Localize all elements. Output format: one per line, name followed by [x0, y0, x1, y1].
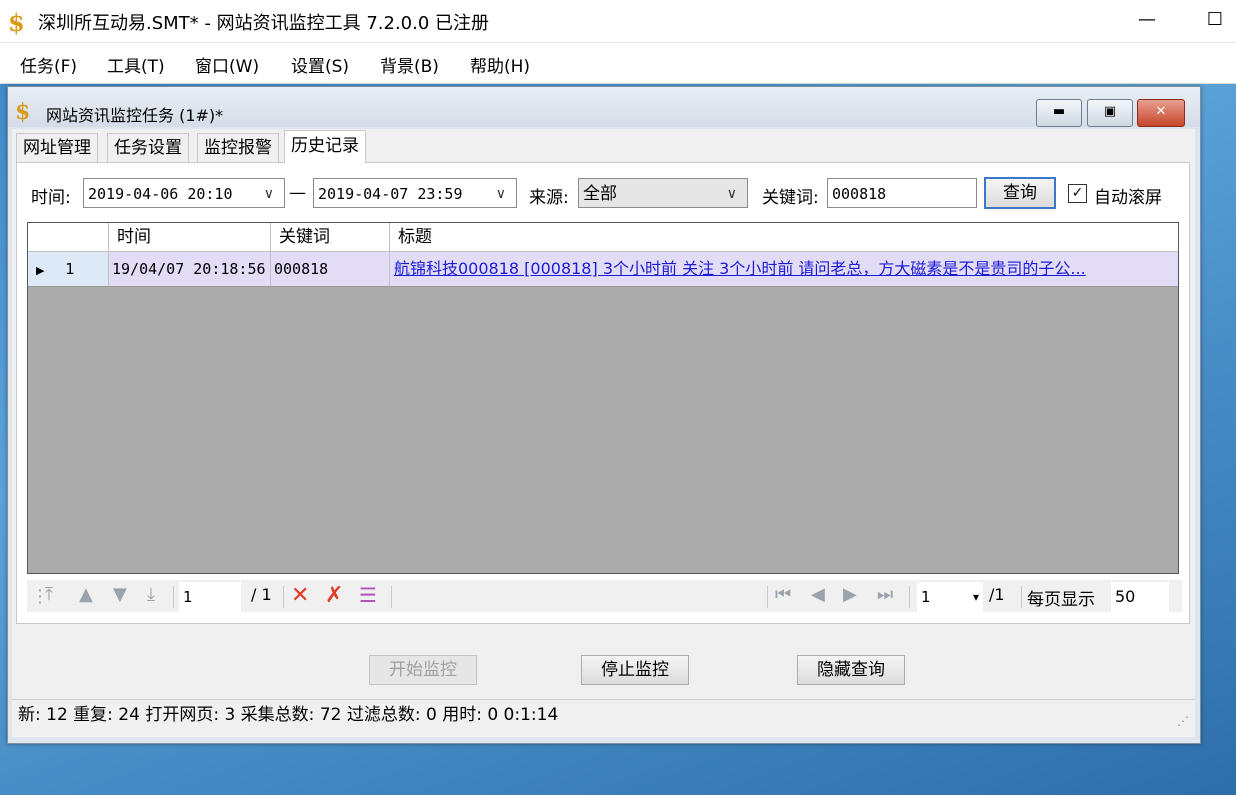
menu-background[interactable]: 背景(B)	[380, 52, 439, 77]
source-label: 来源:	[529, 188, 569, 208]
menu-task[interactable]: 任务(F)	[20, 52, 77, 77]
col-header-time[interactable]: 时间	[109, 223, 271, 251]
hide-query-button[interactable]: 隐藏查询	[797, 655, 905, 685]
toolbar-separator	[173, 586, 174, 608]
page-select-total: /1	[989, 585, 1005, 604]
per-page-input[interactable]: 50	[1111, 582, 1169, 612]
clear-database-icon[interactable]: ☰	[359, 583, 377, 607]
history-panel: 时间: 2019-04-06 20:10 ∨ — 2019-04-07 23:5…	[16, 162, 1190, 624]
end-time-picker[interactable]: 2019-04-07 23:59 ∨	[313, 178, 517, 208]
start-time-picker[interactable]: 2019-04-06 20:10 ∨	[83, 178, 285, 208]
dollar-s-icon: $	[8, 8, 25, 37]
col-header-keyword[interactable]: 关键词	[271, 223, 390, 251]
per-page-label: 每页显示	[1027, 590, 1095, 610]
cell-title-link[interactable]: 航锦科技000818 [000818] 3个小时前 关注 3个小时前 请问老总，…	[390, 252, 1176, 286]
page-total: / 1	[251, 585, 272, 604]
col-header-title[interactable]: 标题	[390, 223, 1178, 251]
grid-header: 时间 关键词 标题	[28, 223, 1178, 252]
query-button[interactable]: 查询	[984, 177, 1056, 209]
source-select[interactable]: 全部 ∨	[578, 178, 748, 208]
menu-bar: 任务(F) 工具(T) 窗口(W) 设置(S) 背景(B) 帮助(H)	[0, 42, 1236, 84]
row-pointer-icon: ▶	[36, 264, 45, 277]
page-input[interactable]: 1	[179, 582, 241, 612]
previous-page-icon[interactable]: ◀	[811, 584, 825, 605]
move-last-icon[interactable]: ⤓	[147, 584, 155, 605]
menu-window[interactable]: 窗口(W)	[195, 52, 259, 77]
table-row[interactable]: ▶ 1 19/04/07 20:18:56 000818 航锦科技000818 …	[28, 252, 1178, 287]
menu-settings[interactable]: 设置(S)	[291, 52, 349, 77]
tab-monitor-alerts[interactable]: 监控报警	[197, 133, 279, 162]
menu-help[interactable]: 帮助(H)	[470, 52, 530, 77]
move-up-icon[interactable]: ▲	[79, 584, 93, 605]
toolbar-separator	[391, 586, 392, 608]
chevron-down-icon: ∨	[726, 186, 737, 202]
child-minimize-button[interactable]: ▬	[1036, 99, 1082, 127]
keyword-label: 关键词:	[762, 188, 819, 208]
time-label: 时间:	[31, 188, 71, 208]
start-time-value: 2019-04-06 20:10	[88, 185, 233, 203]
last-page-icon[interactable]: ⏭	[877, 584, 893, 605]
minimize-button[interactable]: —	[1124, 4, 1170, 36]
child-restore-button[interactable]: ▣	[1087, 99, 1133, 127]
toolbar-separator	[1021, 586, 1022, 608]
chevron-down-icon: ∨	[263, 186, 274, 202]
tab-task-settings[interactable]: 任务设置	[107, 133, 189, 162]
grid-header-corner	[28, 223, 109, 251]
autoscroll-checkbox[interactable]: ✓	[1068, 184, 1087, 203]
move-first-icon[interactable]: ⤒	[45, 584, 53, 605]
first-page-icon[interactable]: ⏮	[775, 584, 791, 605]
cell-keyword: 000818	[271, 252, 390, 286]
autoscroll-label: 自动滚屏	[1094, 188, 1162, 208]
grid-navigator: ⋮ ⤒ ▲ ▼ ⤓ 1 / 1 ✕ ✗ ☰ ⏮ ◀ ▶ ⏭ 1 ▾ /1 每页显…	[27, 580, 1182, 612]
page-select[interactable]: 1 ▾	[917, 582, 983, 612]
app-title-bar: $ 深圳所互动易.SMT* - 网站资讯监控工具 7.2.0.0 已注册 — ☐	[0, 0, 1236, 42]
task-window: $ 网站资讯监控任务 (1#)* ▬ ▣ ✕ 网址管理 任务设置 监控报警 历史…	[7, 86, 1201, 744]
next-page-icon[interactable]: ▶	[843, 584, 857, 605]
history-grid: 时间 关键词 标题 ▶ 1 19/04/07 20:18:56 000818 航…	[27, 222, 1179, 574]
toolbar-separator	[283, 586, 284, 608]
task-window-title-bar: $ 网站资讯监控任务 (1#)* ▬ ▣ ✕	[8, 87, 1200, 127]
cell-time: 19/04/07 20:18:56	[109, 252, 271, 286]
toolbar-separator	[909, 586, 910, 608]
app-title: 深圳所互动易.SMT* - 网站资讯监控工具 7.2.0.0 已注册	[38, 13, 490, 34]
tab-history[interactable]: 历史记录	[284, 130, 366, 163]
source-value: 全部	[583, 184, 617, 204]
resize-grip-icon[interactable]: ⋰	[1177, 706, 1189, 736]
dropdown-arrow-icon: ▾	[972, 590, 979, 604]
task-window-title: 网站资讯监控任务 (1#)*	[46, 106, 224, 125]
tab-url-management[interactable]: 网址管理	[16, 133, 98, 162]
status-text: 新: 12 重复: 24 打开网页: 3 采集总数: 72 过滤总数: 0 用时…	[18, 705, 559, 725]
move-down-icon[interactable]: ▼	[113, 584, 127, 605]
stop-monitor-button[interactable]: 停止监控	[581, 655, 689, 685]
range-dash: —	[289, 183, 306, 203]
end-time-value: 2019-04-07 23:59	[318, 185, 463, 203]
start-monitor-button[interactable]: 开始监控	[369, 655, 477, 685]
maximize-button[interactable]: ☐	[1192, 4, 1236, 36]
row-index: 1	[65, 260, 75, 278]
delete-all-icon[interactable]: ✗	[325, 583, 343, 608]
row-indicator: ▶ 1	[28, 252, 109, 286]
page-select-value: 1	[921, 588, 931, 606]
status-bar: 新: 12 重复: 24 打开网页: 3 采集总数: 72 过滤总数: 0 用时…	[12, 699, 1195, 730]
menu-tools[interactable]: 工具(T)	[107, 52, 165, 77]
child-close-button[interactable]: ✕	[1137, 99, 1185, 127]
dollar-s-icon: $	[15, 99, 31, 125]
task-window-client: 网址管理 任务设置 监控报警 历史记录 时间: 2019-04-06 20:10…	[12, 129, 1195, 737]
chevron-down-icon: ∨	[495, 186, 506, 202]
delete-icon[interactable]: ✕	[291, 583, 309, 608]
keyword-input[interactable]: 000818	[827, 178, 977, 208]
toolbar-separator	[767, 586, 768, 608]
